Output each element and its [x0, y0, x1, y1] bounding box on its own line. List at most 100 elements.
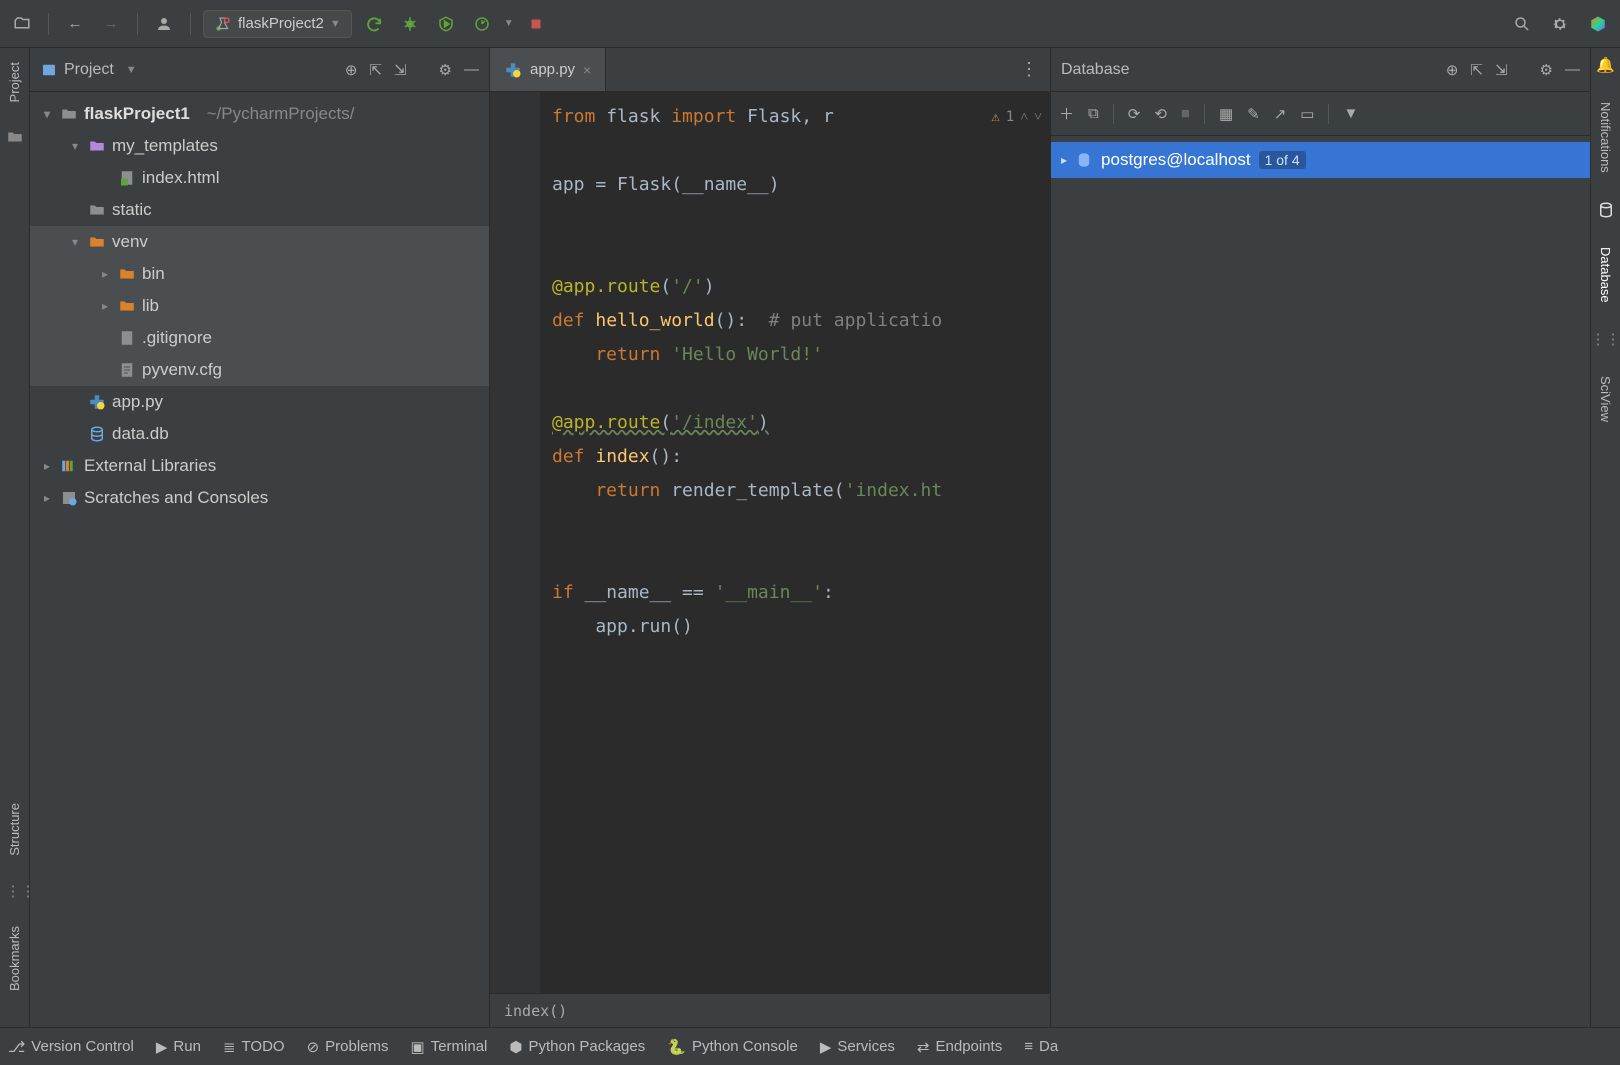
chevron-right-icon[interactable]: ▸: [1061, 153, 1067, 167]
tree-file[interactable]: .gitignore: [30, 322, 489, 354]
stop-icon[interactable]: [522, 10, 550, 38]
chevron-right-icon[interactable]: ▸: [98, 267, 112, 281]
collapse-all-icon[interactable]: ⇲: [394, 61, 407, 79]
notifications-tool-tab[interactable]: Notifications: [1596, 96, 1615, 179]
collapse-all-icon[interactable]: ⇲: [1495, 61, 1508, 79]
jump-icon[interactable]: ↗: [1274, 105, 1287, 123]
status-python-packages[interactable]: ⬢Python Packages: [509, 1038, 645, 1056]
folder-icon[interactable]: [6, 128, 24, 146]
terminal-icon: ▣: [411, 1038, 425, 1056]
user-icon[interactable]: [150, 10, 178, 38]
run-coverage-icon[interactable]: [432, 10, 460, 38]
settings-icon[interactable]: [1546, 10, 1574, 38]
tree-folder[interactable]: ▾ my_templates: [30, 130, 489, 162]
status-terminal[interactable]: ▣Terminal: [411, 1038, 488, 1056]
expand-all-icon[interactable]: ⇱: [1470, 61, 1483, 79]
tree-external-libs[interactable]: ▸ External Libraries: [30, 450, 489, 482]
status-todo[interactable]: ≣TODO: [223, 1038, 285, 1056]
hide-icon[interactable]: —: [1565, 61, 1580, 78]
expand-all-icon[interactable]: ⇱: [369, 61, 382, 79]
restart-icon[interactable]: [360, 10, 388, 38]
edit-icon[interactable]: ✎: [1247, 105, 1260, 123]
database-icon[interactable]: [1597, 201, 1615, 219]
bookmarks-tool-tab[interactable]: Bookmarks: [5, 920, 24, 997]
tree-folder[interactable]: static: [30, 194, 489, 226]
jetbrains-icon[interactable]: [1584, 10, 1612, 38]
tree-file[interactable]: app.py: [30, 386, 489, 418]
chevron-down-icon[interactable]: ▼: [504, 18, 514, 29]
debug-icon[interactable]: [396, 10, 424, 38]
chevron-down-icon[interactable]: ▾: [68, 235, 82, 249]
table-icon[interactable]: ▦: [1219, 105, 1233, 123]
project-tree[interactable]: ▾ flaskProject1 ~/PycharmProjects/ ▾ my_…: [30, 92, 489, 1027]
locate-icon[interactable]: ⊕: [1446, 61, 1459, 79]
code-editor[interactable]: from flask import Flask, r app = Flask(_…: [490, 92, 1050, 993]
database-tree[interactable]: ▸ postgres@localhost 1 of 4: [1051, 136, 1590, 184]
chevron-down-icon[interactable]: ▾: [68, 139, 82, 153]
status-version-control[interactable]: ⎇Version Control: [8, 1038, 134, 1056]
chevron-down-icon[interactable]: ▾: [40, 107, 54, 121]
chevron-down-icon[interactable]: ˅: [1034, 100, 1042, 134]
profile-icon[interactable]: [468, 10, 496, 38]
nav-forward-icon[interactable]: →: [97, 10, 125, 38]
gear-icon[interactable]: ⚙: [439, 61, 452, 79]
refresh-icon[interactable]: ⟳: [1128, 105, 1141, 123]
query-console-icon[interactable]: ▭: [1300, 105, 1314, 123]
tree-folder[interactable]: ▸ lib: [30, 290, 489, 322]
run-config-selector[interactable]: flaskProject2 ▼: [203, 10, 352, 38]
duplicate-icon[interactable]: ⧉: [1088, 105, 1099, 122]
status-database[interactable]: ≡Da: [1024, 1038, 1058, 1055]
tree-folder[interactable]: ▾ venv: [30, 226, 489, 258]
nav-back-icon[interactable]: ←: [61, 10, 89, 38]
project-panel-title[interactable]: Project ▼: [40, 61, 137, 79]
sync-icon[interactable]: ⟲: [1154, 105, 1167, 123]
tabs-overflow-icon[interactable]: ⋮: [1008, 59, 1050, 80]
database-tool-tab[interactable]: Database: [1596, 241, 1615, 309]
status-endpoints[interactable]: ⇄Endpoints: [917, 1038, 1002, 1056]
schema-count-badge: 1 of 4: [1259, 151, 1306, 169]
editor-area: app.py × ⋮ from flask import Flask, r ap…: [490, 48, 1050, 1027]
database-toolbar: ＋ ⧉ ⟳ ⟲ ■ ▦ ✎ ↗ ▭ ▼: [1051, 92, 1590, 136]
status-run[interactable]: ▶Run: [156, 1038, 201, 1056]
hide-icon[interactable]: —: [464, 61, 479, 78]
sciview-icon[interactable]: ⋮⋮: [1591, 330, 1620, 348]
tree-file[interactable]: pyvenv.cfg: [30, 354, 489, 386]
database-panel: Database ⊕ ⇱ ⇲ ⚙ — ＋ ⧉ ⟳ ⟲ ■ ▦ ✎ ↗ ▭ ▼: [1050, 48, 1590, 1027]
locate-icon[interactable]: ⊕: [345, 61, 358, 79]
close-icon[interactable]: ×: [583, 62, 591, 78]
editor-breadcrumb[interactable]: index(): [490, 993, 1050, 1027]
sciview-tool-tab[interactable]: SciView: [1596, 370, 1615, 428]
tree-root[interactable]: ▾ flaskProject1 ~/PycharmProjects/: [30, 98, 489, 130]
inspection-widget[interactable]: ⚠ 1 ˄ ˅: [991, 100, 1042, 134]
add-datasource-icon[interactable]: ＋: [1059, 103, 1074, 124]
open-folder-icon[interactable]: [8, 10, 36, 38]
code-body[interactable]: from flask import Flask, r app = Flask(_…: [540, 92, 1050, 993]
project-panel: Project ▼ ⊕ ⇱ ⇲ ⚙ — ▾ flaskProject1 ~/Py…: [30, 48, 490, 1027]
tree-scratches[interactable]: ▸ Scratches and Consoles: [30, 482, 489, 514]
python-icon: 🐍: [667, 1038, 686, 1056]
endpoints-icon: ⇄: [917, 1038, 930, 1056]
gitignore-file-icon: [118, 329, 136, 347]
editor-tab-app-py[interactable]: app.py ×: [490, 48, 606, 91]
status-services[interactable]: ▶Services: [820, 1038, 895, 1056]
tree-folder[interactable]: ▸ bin: [30, 258, 489, 290]
chevron-right-icon[interactable]: ▸: [40, 491, 54, 505]
chevron-right-icon[interactable]: ▸: [98, 299, 112, 313]
tree-file[interactable]: data.db: [30, 418, 489, 450]
library-icon: [60, 457, 78, 475]
project-tool-tab[interactable]: Project: [5, 56, 24, 108]
package-icon: ⬢: [509, 1038, 522, 1056]
datasource-row[interactable]: ▸ postgres@localhost 1 of 4: [1051, 142, 1590, 178]
status-problems[interactable]: ⊘Problems: [307, 1038, 389, 1056]
status-python-console[interactable]: 🐍Python Console: [667, 1038, 798, 1056]
stop-icon[interactable]: ■: [1181, 105, 1190, 122]
filter-icon[interactable]: ▼: [1343, 105, 1358, 122]
gear-icon[interactable]: ⚙: [1540, 61, 1553, 79]
search-icon[interactable]: [1508, 10, 1536, 38]
bell-icon[interactable]: 🔔: [1596, 56, 1615, 74]
tree-file[interactable]: index.html: [30, 162, 489, 194]
structure-tool-tab[interactable]: Structure: [5, 797, 24, 862]
chevron-right-icon[interactable]: ▸: [40, 459, 54, 473]
toolbar-separator: [137, 13, 138, 35]
chevron-up-icon[interactable]: ˄: [1020, 100, 1028, 134]
